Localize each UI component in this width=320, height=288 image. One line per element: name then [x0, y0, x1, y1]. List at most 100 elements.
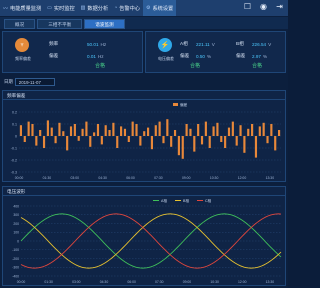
voltage-a-deviation-row: 偏差 0.50% [180, 53, 211, 59]
bar [50, 127, 53, 136]
bar [277, 130, 281, 136]
frequency-card: ♆ 频率偏差 频率 50.01 Hz 偏差 0.01 Hz 合格 [2, 31, 143, 73]
y-tick-label: 0 [17, 239, 19, 243]
bar [270, 124, 273, 136]
nav-item-settings[interactable]: ⚙ 系统设置 [142, 0, 177, 16]
voltage-card: ⚡ 电压偏差 A相 221.11 V 偏差 0.50% 合格 B相 226.54 V [145, 31, 286, 73]
bar [212, 126, 215, 136]
bar [19, 125, 23, 136]
settings-icon: ⚙ [145, 5, 151, 11]
voltage-b-label: B相 [236, 41, 244, 46]
nav-item-label: 实时监控 [53, 5, 75, 12]
x-tick-label: 13:30 [266, 280, 275, 284]
frequency-row: 频率 50.01 Hz [49, 41, 106, 47]
x-tick-label: 00:00 [17, 280, 26, 284]
x-tick-label: 04:30 [98, 176, 107, 180]
bar [112, 122, 115, 136]
bar [251, 124, 254, 136]
y-tick-label: 0.1 [12, 122, 17, 126]
bar [216, 122, 219, 136]
nav-item-power-quality[interactable]: 〰 电能质量监测 [0, 0, 44, 16]
activity-icon: 〰 [3, 5, 9, 12]
bar [254, 136, 258, 158]
bar [35, 136, 38, 146]
bar [135, 124, 138, 136]
voltage-a-deviation-label: 偏差 [180, 53, 190, 58]
bar [27, 121, 30, 136]
voltage-a-status: 合格 [190, 63, 201, 69]
bar [31, 124, 34, 136]
x-tick-label: 06:00 [127, 280, 136, 284]
voltage-b-deviation-group: 2.97% [252, 54, 267, 59]
y-tick-label: -100 [12, 248, 19, 252]
frequency-deviation-value: 0.01 [87, 53, 96, 59]
y-tick-label: 300 [13, 213, 19, 217]
voltage-b-deviation-label: 偏差 [236, 53, 246, 58]
nav-item-analysis[interactable]: ▥ 数据分析 [78, 0, 112, 16]
frequency-card-label: 频率偏差 [15, 56, 31, 61]
frequency-label: 频率 [49, 41, 59, 46]
nav-item-realtime[interactable]: ▭ 实时监控 [44, 0, 78, 16]
sub-tabs: 概况 三相不平衡 谐波监测 [0, 17, 288, 29]
bar [81, 128, 84, 136]
x-tick-label: 07:30 [154, 176, 163, 180]
voltage-line-chart: 400 300 200 100 0 -100 -200 -300 -400 00:00 01:30 0… [12, 198, 282, 284]
y-tick-label: -0.2 [11, 158, 17, 162]
bar [162, 136, 165, 144]
bar [170, 136, 173, 147]
bar [46, 120, 49, 136]
bar [62, 131, 65, 136]
bar [193, 136, 196, 152]
tab-overview[interactable]: 概况 [4, 19, 36, 29]
bar [77, 136, 80, 141]
y-tick-label: -0.1 [11, 146, 17, 150]
frequency-value-group: 50.01 Hz [87, 42, 106, 47]
bar [185, 124, 188, 136]
voltage-a-row: A相 221.11 V [180, 41, 215, 47]
bar [247, 128, 250, 136]
voltage-chart-title: 电压波形 [7, 189, 26, 194]
x-tick-label: 07:30 [155, 280, 164, 284]
bar [166, 119, 169, 136]
voltage-a-deviation-value: 0.50 [196, 53, 205, 59]
x-tick-label: 12:00 [238, 176, 247, 180]
bar [42, 136, 46, 148]
bar-chart-icon: ▥ [80, 5, 86, 11]
voltage-b-value: 226.54 [252, 41, 267, 47]
nav-item-alarm[interactable]: ◔ 告警中心 [111, 0, 143, 16]
bar [220, 136, 223, 142]
frequency-chart-panel: 频率偏差 0.2 0.1 0 -0.1 -0.2 -0.3 00:00 01:30 03:00 0… [2, 90, 286, 182]
tab-three-phase[interactable]: 三相不平衡 [37, 19, 83, 29]
user-icon[interactable]: ◉ [259, 2, 268, 11]
tab-harmonic[interactable]: 谐波监测 [84, 19, 125, 29]
exit-icon[interactable]: ⇥ [275, 2, 284, 11]
y-tick-label: 0.2 [12, 110, 17, 114]
frequency-unit: Hz [100, 41, 107, 47]
bar [204, 121, 207, 136]
message-icon[interactable]: ☐ [243, 2, 252, 11]
voltage-a-deviation-group: 0.50% [196, 54, 211, 59]
y-tick-label: -300 [12, 266, 19, 270]
x-tick-label: 03:00 [72, 280, 81, 284]
bar [127, 136, 130, 142]
x-tick-label: 10:30 [210, 280, 219, 284]
x-tick-label: 06:00 [126, 176, 135, 180]
bar [89, 136, 92, 147]
bar [96, 124, 100, 136]
voltage-icon: ⚡ [158, 38, 172, 52]
voltage-b-status: 合格 [252, 63, 263, 69]
bar [200, 136, 204, 145]
date-input[interactable]: 2019-11-07 [14, 78, 55, 86]
top-right-icons: ☐ ◉ ⇥ [243, 2, 284, 11]
nav-item-label: 系统设置 [152, 5, 174, 12]
bar [235, 136, 238, 146]
bar [23, 136, 26, 142]
date-filter: 日期 2019-11-07 [4, 78, 55, 86]
bar [139, 136, 142, 146]
y-tick-label: -400 [12, 274, 19, 278]
bar [258, 126, 261, 136]
y-tick-label: 200 [13, 222, 19, 226]
x-tick-label: 13:30 [266, 176, 275, 180]
frequency-deviation-unit: Hz [97, 53, 104, 59]
voltage-chart-panel: 电压波形 400 300 200 100 0 -100 -200 -300 -400 00:00 0… [2, 186, 286, 286]
